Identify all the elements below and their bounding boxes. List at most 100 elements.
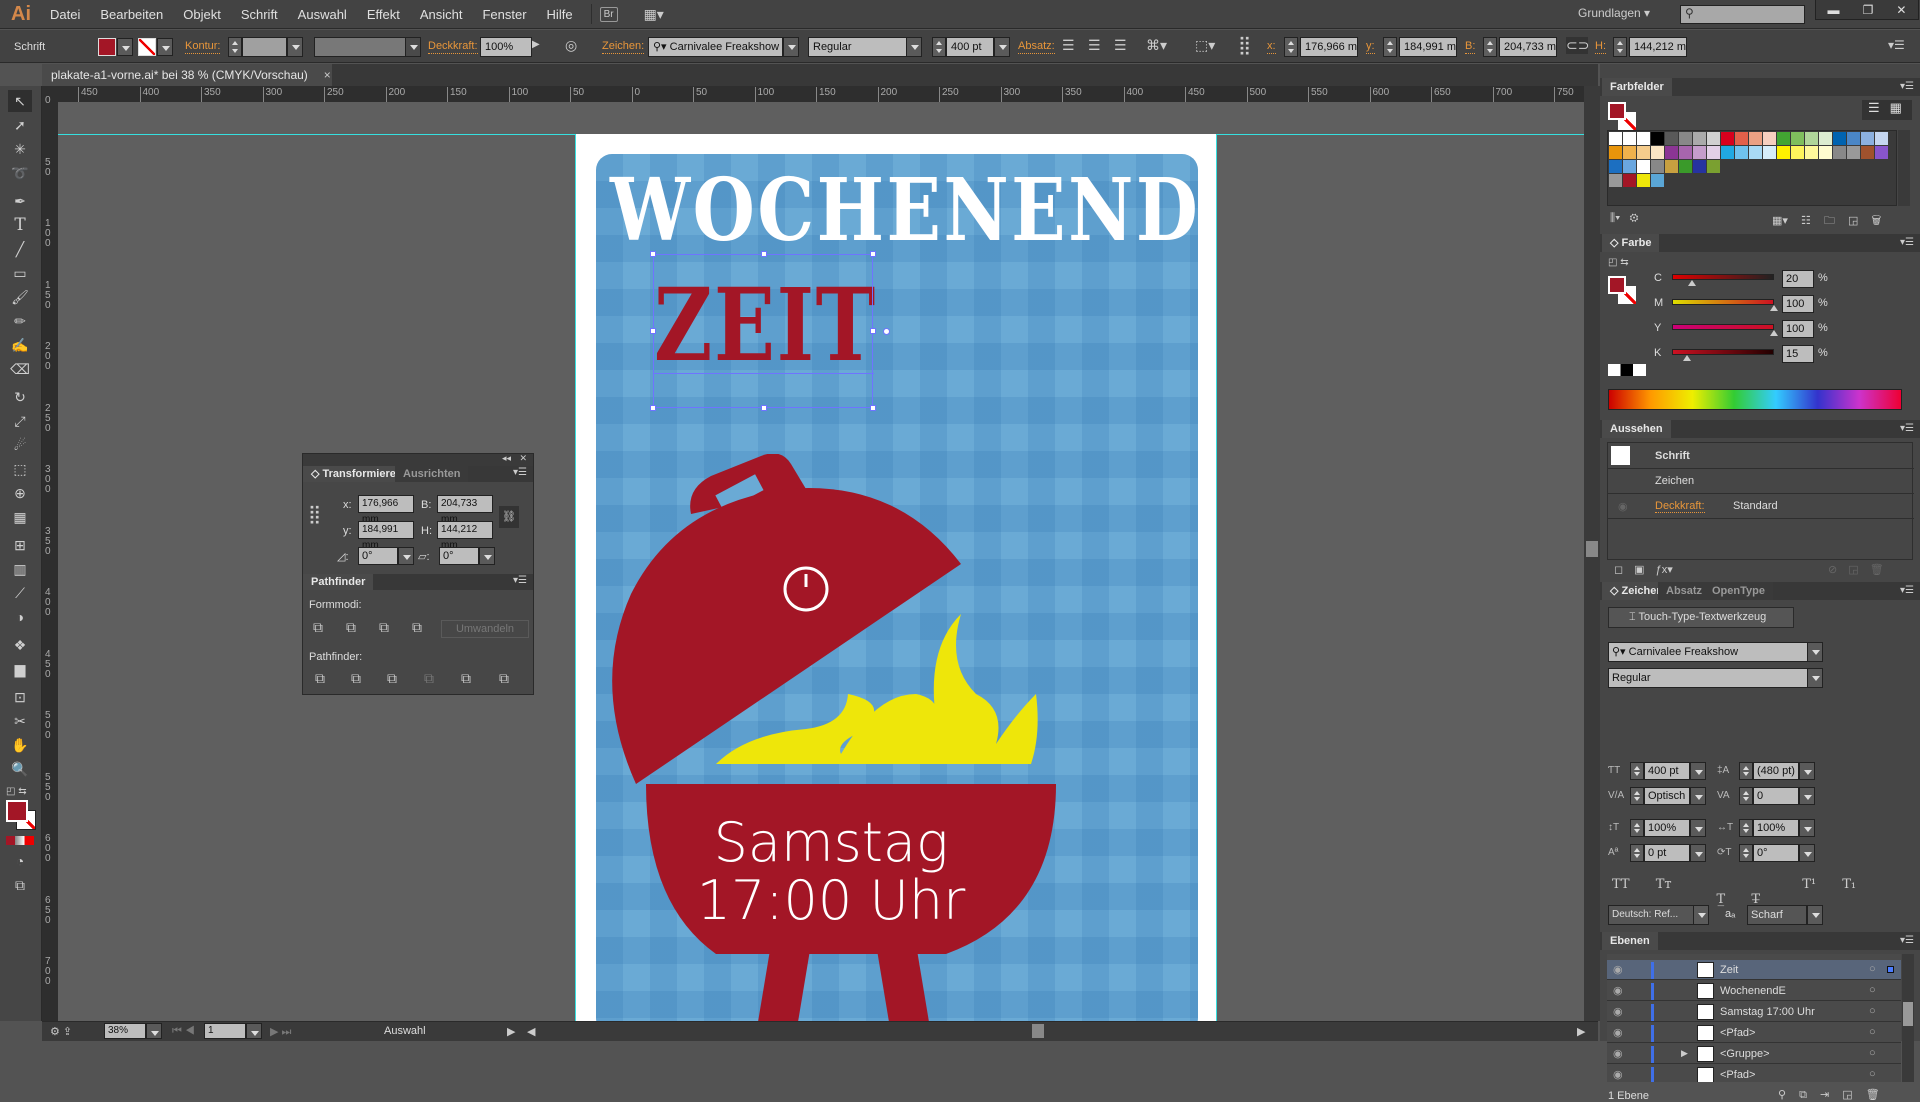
char-rotation-field[interactable]: 0° bbox=[1753, 844, 1799, 862]
artboard-next-icons[interactable]: ▶ ⏭ bbox=[270, 1025, 291, 1039]
swatch[interactable] bbox=[1623, 174, 1636, 187]
target-icon[interactable]: ○ bbox=[1869, 1005, 1876, 1017]
w-stepper[interactable] bbox=[1483, 37, 1497, 57]
panel-menu-icon[interactable]: ▾☰ bbox=[513, 575, 527, 586]
tab-aussehen[interactable]: Aussehen bbox=[1602, 420, 1671, 438]
char-rotation-dropdown[interactable] bbox=[1799, 844, 1815, 862]
swatch[interactable] bbox=[1721, 146, 1734, 159]
minimize-icon[interactable]: ▬ bbox=[1828, 3, 1840, 17]
zoom-field[interactable]: 38% bbox=[104, 1023, 146, 1039]
canvas[interactable]: WOCHENENDE ZEIT Samstag 17:00 Uhr bbox=[58, 102, 1584, 1021]
tab-ebenen[interactable]: Ebenen bbox=[1602, 932, 1658, 950]
text-style-buttons[interactable]: TT Tᴛ T¹ T₁ T̲ T̶ bbox=[1612, 877, 1912, 907]
target-icon[interactable]: ○ bbox=[1869, 963, 1876, 975]
lasso-tool-icon[interactable]: ➰ bbox=[8, 162, 32, 184]
antialias-dropdown[interactable] bbox=[1807, 905, 1823, 925]
layer-row[interactable]: ◉ Zeit ○ bbox=[1607, 960, 1901, 980]
tracking-stepper[interactable] bbox=[1739, 787, 1753, 805]
variable-width-profile[interactable] bbox=[314, 37, 409, 57]
h-field[interactable]: 144,212 mm bbox=[1629, 37, 1687, 57]
swatch[interactable] bbox=[1777, 132, 1790, 145]
panel-menu-icon[interactable]: ▾☰ bbox=[1900, 585, 1914, 596]
shear-dropdown[interactable] bbox=[479, 547, 495, 565]
symbol-sprayer-tool-icon[interactable]: ❖ bbox=[8, 634, 32, 656]
eyedropper-tool-icon[interactable]: ⟋ bbox=[8, 582, 32, 604]
align-right-icon[interactable]: ☰ bbox=[1114, 37, 1127, 54]
menu-schrift[interactable]: Schrift bbox=[231, 7, 288, 22]
y-stepper[interactable] bbox=[1383, 37, 1397, 57]
reference-point-icon[interactable]: ⣿ bbox=[308, 504, 321, 525]
swap-colors-icon[interactable]: ◰ ⇆ bbox=[1608, 257, 1629, 268]
swatch[interactable] bbox=[1721, 132, 1734, 145]
workspace-switcher[interactable]: Grundlagen ▾ bbox=[1578, 6, 1650, 20]
kerning-dropdown[interactable] bbox=[1690, 787, 1706, 805]
collapse-panel-icon[interactable]: ◂◂ bbox=[502, 453, 511, 464]
screen-mode-icon[interactable]: ⧉ bbox=[8, 874, 32, 896]
close-panel-icon[interactable]: ✕ bbox=[519, 453, 527, 464]
swatch[interactable] bbox=[1805, 132, 1818, 145]
crop-icon[interactable]: ⧉ bbox=[424, 670, 434, 687]
zoom-dropdown[interactable] bbox=[146, 1023, 162, 1039]
align-center-icon[interactable]: ☰ bbox=[1088, 37, 1101, 54]
artboard-dropdown[interactable] bbox=[246, 1023, 262, 1039]
channel-slider-thumb[interactable] bbox=[1770, 305, 1778, 311]
panel-drag-bar[interactable]: ◂◂ ✕ bbox=[303, 453, 533, 466]
swatch[interactable] bbox=[1637, 174, 1650, 187]
baseline-shift-field[interactable]: 0 pt bbox=[1644, 844, 1690, 862]
scroll-left-icon[interactable]: ◀ bbox=[527, 1025, 535, 1038]
swatch[interactable] bbox=[1861, 132, 1874, 145]
channel-value-field[interactable]: 100 bbox=[1782, 295, 1814, 313]
channel-value-field[interactable]: 15 bbox=[1782, 345, 1814, 363]
artboard[interactable]: WOCHENENDE ZEIT Samstag 17:00 Uhr bbox=[575, 134, 1217, 1021]
paintbrush-tool-icon[interactable]: 🖌 bbox=[8, 286, 32, 308]
artboard-tool-icon[interactable]: ⊡ bbox=[8, 686, 32, 708]
event-date-block[interactable]: Samstag 17:00 Uhr bbox=[596, 814, 1066, 930]
layer-row[interactable]: ◉ <Pfad> ○ bbox=[1607, 1065, 1901, 1082]
panel-menu-icon[interactable]: ▾☰ bbox=[1900, 423, 1914, 434]
appearance-opacity-label[interactable]: Deckkraft: bbox=[1655, 500, 1705, 513]
magic-wand-tool-icon[interactable]: ✳ bbox=[8, 138, 32, 160]
channel-slider-c[interactable] bbox=[1672, 274, 1774, 280]
fill-color-swatch[interactable] bbox=[6, 800, 28, 822]
text-thread-port[interactable] bbox=[883, 328, 890, 335]
horizontal-scroll-thumb[interactable] bbox=[1032, 1024, 1044, 1038]
warp-tool-icon[interactable]: ☄ bbox=[8, 434, 32, 456]
shape-builder-tool-icon[interactable]: ⊕ bbox=[8, 482, 32, 504]
restore-icon[interactable]: ❐ bbox=[1863, 3, 1874, 17]
opacity-label[interactable]: Deckkraft: bbox=[428, 40, 478, 54]
antialias-field[interactable]: Scharf bbox=[1747, 905, 1807, 925]
opacity-field[interactable]: 100% bbox=[480, 37, 532, 57]
visibility-eye-icon[interactable]: ◉ bbox=[1613, 1068, 1623, 1081]
swatch[interactable] bbox=[1833, 132, 1846, 145]
channel-value-field[interactable]: 20 bbox=[1782, 270, 1814, 288]
scroll-right-icon[interactable]: ▶ bbox=[1577, 1025, 1585, 1038]
resize-handle[interactable] bbox=[650, 251, 656, 257]
list-view-icon[interactable]: ☰ bbox=[1868, 100, 1880, 115]
swatch[interactable] bbox=[1679, 132, 1692, 145]
column-graph-tool-icon[interactable]: ▆ bbox=[8, 658, 32, 680]
swatch[interactable] bbox=[1623, 146, 1636, 159]
swatch[interactable] bbox=[1609, 132, 1622, 145]
transform-h-field[interactable]: 144,212 mm bbox=[437, 521, 493, 551]
expand-group-icon[interactable]: ▶ bbox=[1681, 1048, 1688, 1059]
menu-datei[interactable]: Datei bbox=[40, 7, 90, 22]
layers-scroll-thumb[interactable] bbox=[1903, 1002, 1913, 1026]
transform-y-field[interactable]: 184,991 mm bbox=[358, 521, 414, 551]
horizontal-scrollbar[interactable] bbox=[537, 1024, 1577, 1038]
horizontal-scale-stepper[interactable] bbox=[1739, 819, 1753, 837]
swatch-scrollbar[interactable] bbox=[1898, 130, 1910, 206]
layers-scrollbar[interactable] bbox=[1902, 954, 1914, 1082]
channel-slider-y[interactable] bbox=[1672, 324, 1774, 330]
char-font-family-field[interactable]: ⚲▾ Carnivalee Freakshow bbox=[1608, 642, 1808, 662]
char-font-style-field[interactable]: Regular bbox=[1608, 668, 1808, 688]
swatch[interactable] bbox=[1651, 132, 1664, 145]
tab-absatz[interactable]: Absatz bbox=[1658, 582, 1711, 600]
swatch[interactable] bbox=[1735, 132, 1748, 145]
stroke-weight-dropdown[interactable] bbox=[287, 37, 303, 57]
swatch[interactable] bbox=[1651, 174, 1664, 187]
font-style-field[interactable]: Regular bbox=[808, 37, 908, 57]
resize-handle[interactable] bbox=[870, 251, 876, 257]
eraser-tool-icon[interactable]: ⌫ bbox=[8, 358, 32, 380]
visibility-eye-icon[interactable]: ◉ bbox=[1613, 1047, 1623, 1060]
font-family-dropdown[interactable] bbox=[783, 37, 799, 57]
